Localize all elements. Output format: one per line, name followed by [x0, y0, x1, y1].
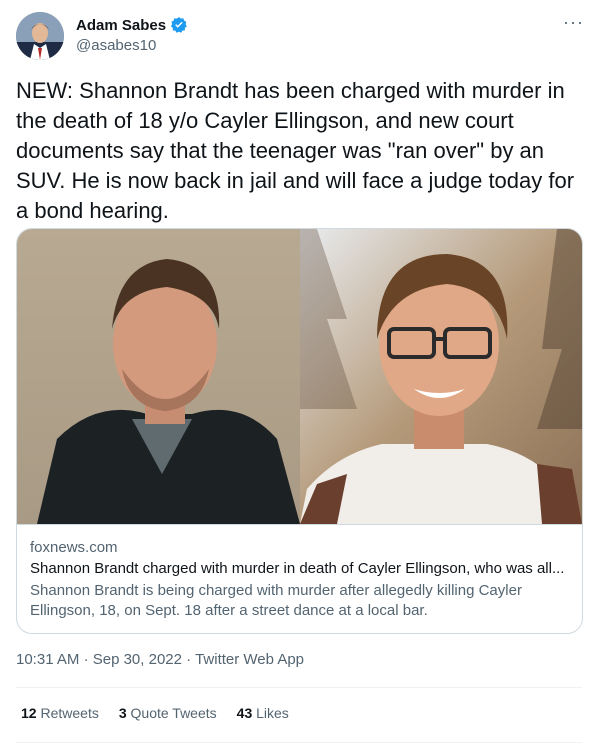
card-body[interactable]: foxnews.com Shannon Brandt charged with …: [17, 524, 582, 633]
tweet-text: NEW: Shannon Brandt has been charged wit…: [16, 78, 575, 223]
retweets-stat[interactable]: 12 Retweets: [21, 705, 99, 721]
tweet-meta: 10:31 AM · Sep 30, 2022 · Twitter Web Ap…: [16, 651, 304, 668]
more-horizontal-icon[interactable]: ···: [563, 12, 584, 32]
likes-label: Likes: [256, 705, 289, 721]
tweet-source[interactable]: Twitter Web App: [195, 651, 304, 668]
likes-count: 43: [236, 705, 253, 721]
retweets-label: Retweets: [40, 705, 99, 721]
divider: [16, 742, 582, 743]
display-name[interactable]: Adam Sabes: [76, 16, 188, 34]
author-handle[interactable]: @asabes10: [76, 37, 188, 54]
meta-separator: ·: [83, 651, 89, 668]
retweets-count: 12: [21, 705, 37, 721]
tweet-date[interactable]: Sep 30, 2022: [93, 651, 182, 668]
tweet-time[interactable]: 10:31 AM: [16, 651, 79, 668]
quotes-count: 3: [118, 705, 127, 721]
divider: [16, 687, 582, 688]
likes-stat[interactable]: 43 Likes: [237, 705, 289, 721]
tweet-stats: 12 Retweets 3 Quote Tweets 43 Likes: [21, 705, 289, 721]
card-title[interactable]: Shannon Brandt charged with murder in de…: [30, 560, 564, 577]
card-description: Shannon Brandt is being charged with mur…: [30, 582, 522, 619]
link-card[interactable]: foxnews.com Shannon Brandt charged with …: [16, 228, 583, 634]
avatar[interactable]: [16, 12, 64, 60]
card-domain: foxnews.com: [30, 539, 118, 556]
author-name[interactable]: Adam Sabes: [76, 17, 166, 34]
quotes-label: Quote Tweets: [130, 705, 217, 721]
tweet-header: Adam Sabes @asabes10 ···: [16, 12, 584, 62]
meta-separator: ·: [186, 651, 192, 668]
quote-tweets-stat[interactable]: 3 Quote Tweets: [119, 705, 217, 721]
card-image[interactable]: [17, 229, 582, 524]
verified-badge-icon: [170, 17, 187, 33]
